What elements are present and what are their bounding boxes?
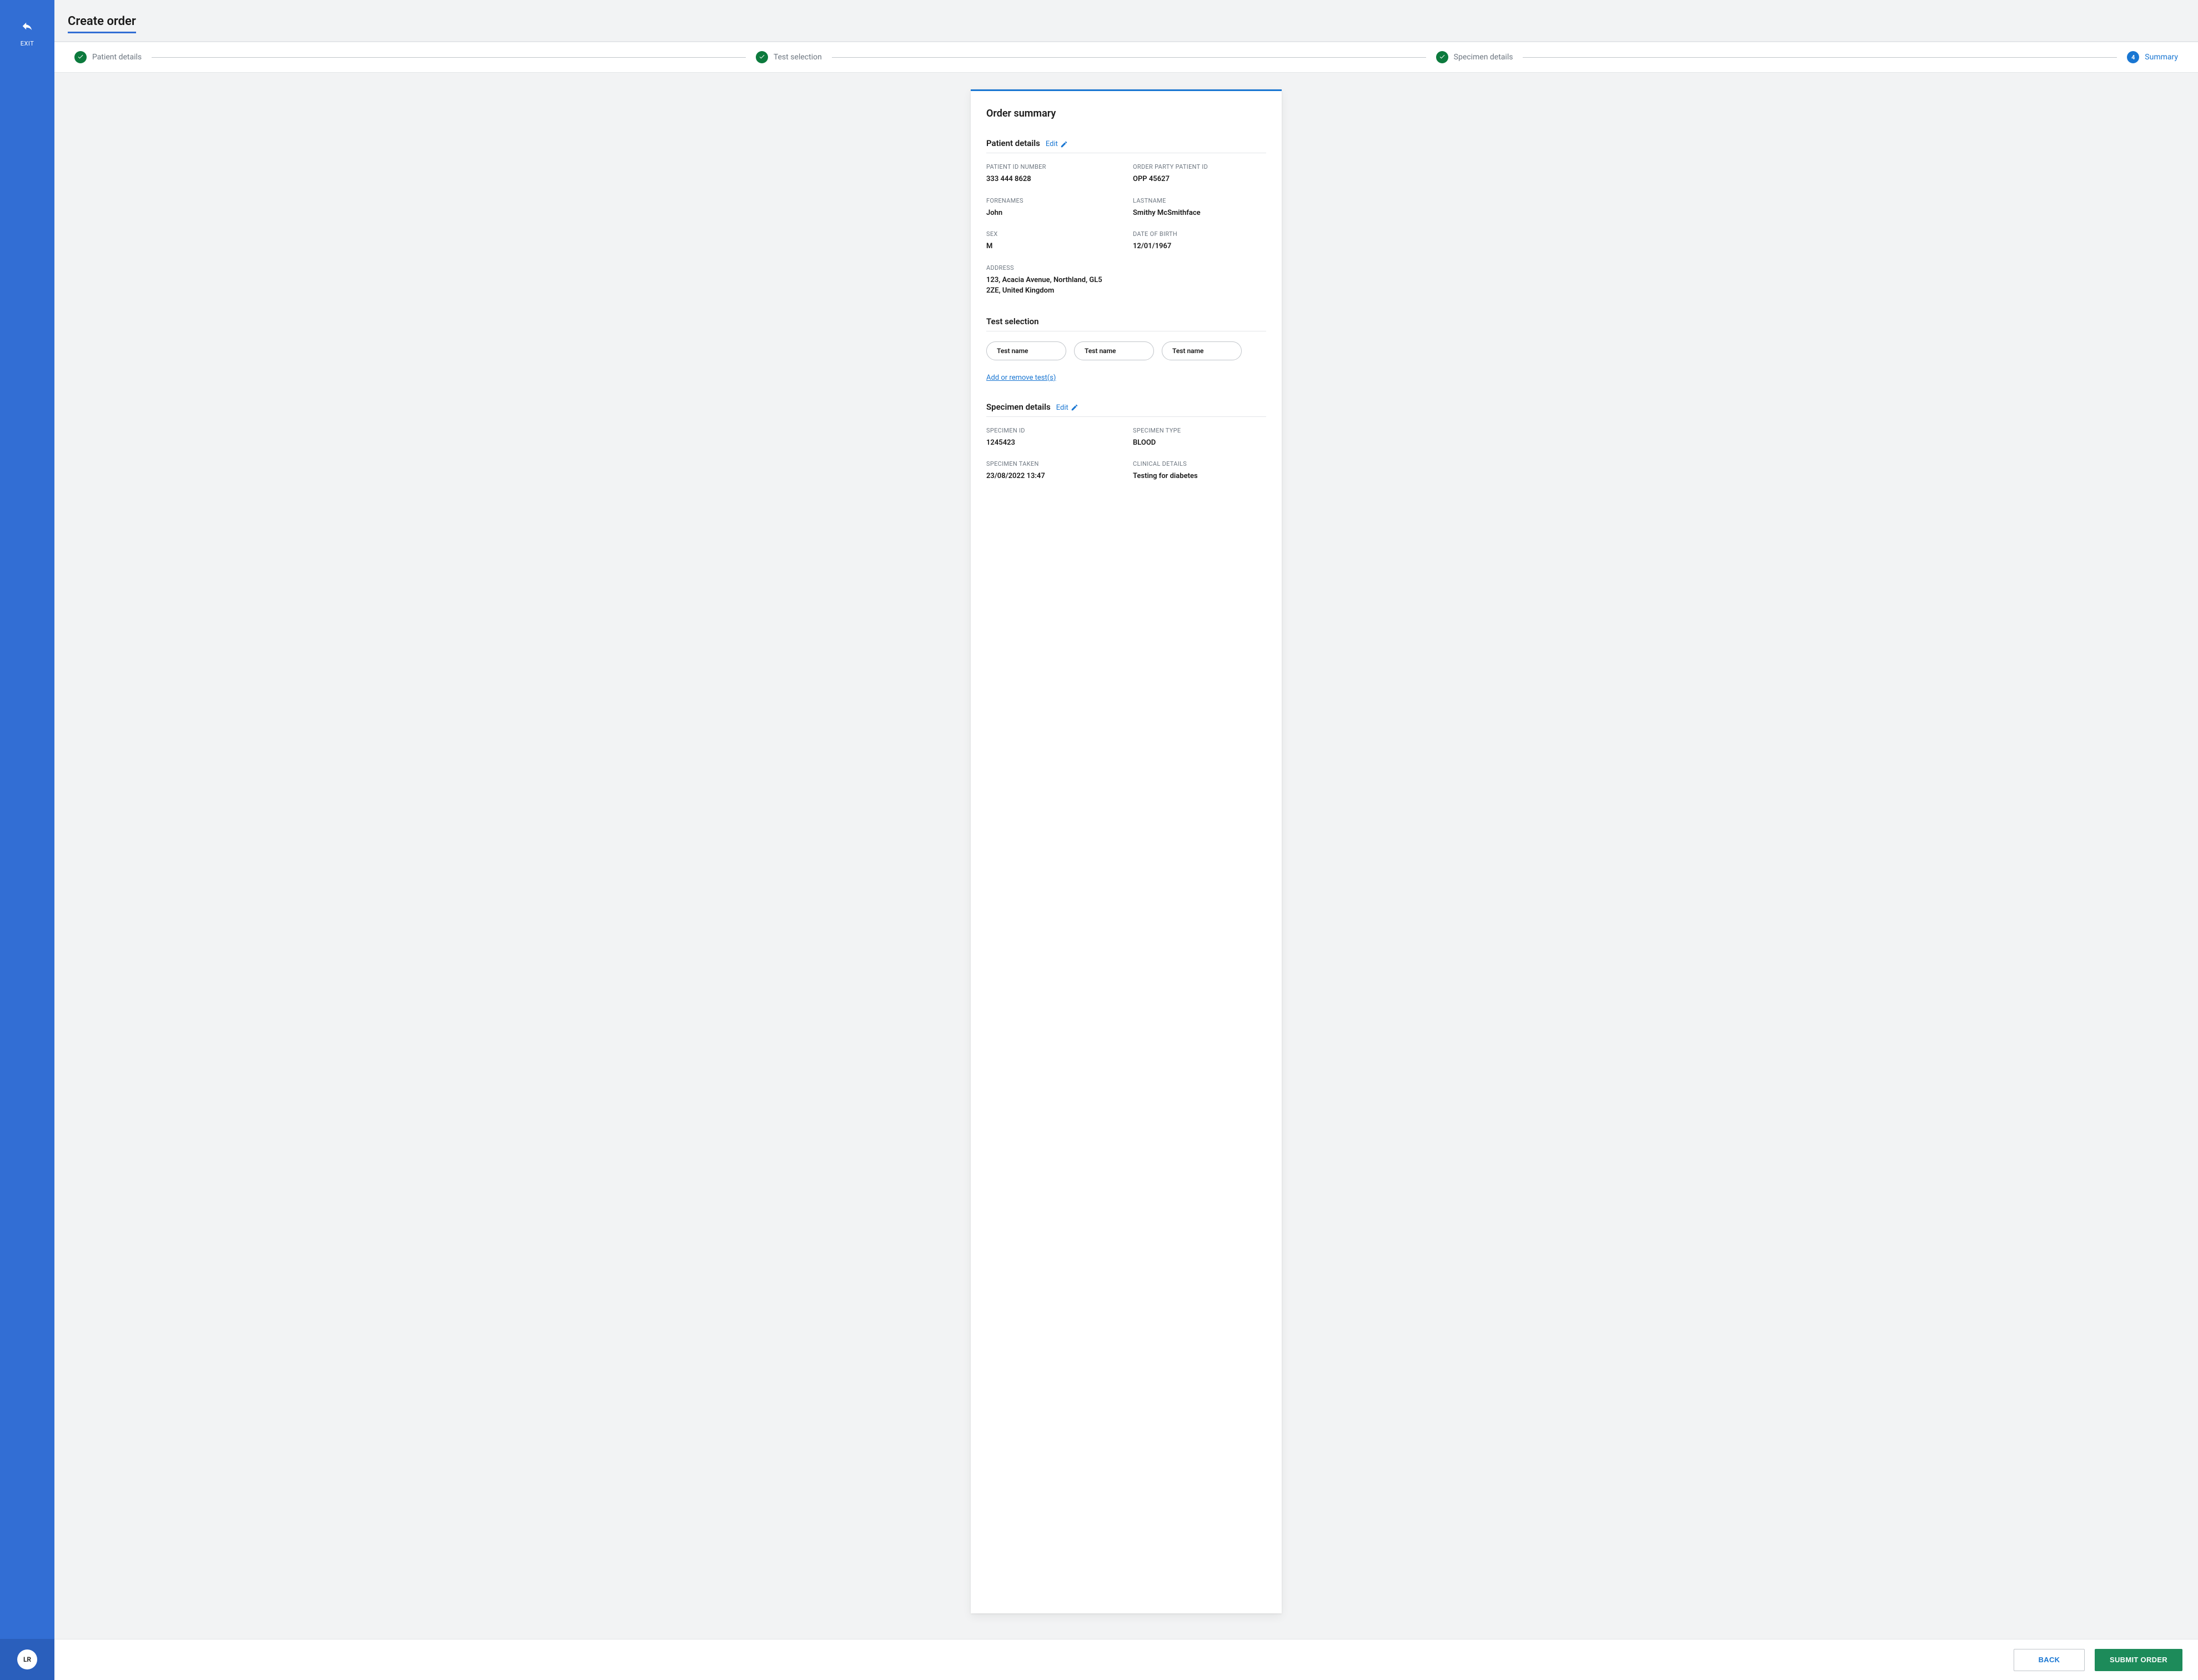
back-button[interactable]: BACK <box>2014 1649 2085 1671</box>
main-area: Create order Patient details Test select… <box>54 0 2198 1680</box>
content: Order summary Patient details Edit PATIE… <box>54 73 2198 1680</box>
check-icon <box>1436 51 1448 63</box>
field-value: John <box>986 208 1120 219</box>
pencil-icon <box>1071 404 1078 411</box>
field-label: SPECIMEN TAKEN <box>986 460 1120 467</box>
field-lastname: LASTNAME Smithy McSmithface <box>1133 197 1266 219</box>
exit-button[interactable]: EXIT <box>21 0 34 47</box>
test-chip[interactable]: Test name <box>1162 341 1242 360</box>
field-value: 12/01/1967 <box>1133 241 1266 252</box>
field-label: SEX <box>986 230 1120 238</box>
exit-label: EXIT <box>21 40 34 47</box>
test-chip-row: Test name Test name Test name <box>986 341 1266 360</box>
add-remove-tests-link[interactable]: Add or remove test(s) <box>986 374 1056 382</box>
field-value: Testing for diabetes <box>1133 471 1266 482</box>
back-arrow-icon <box>21 20 33 34</box>
section-title: Test selection <box>986 316 1038 326</box>
field-value: 123, Acacia Avenue, Northland, GL5 2ZE, … <box>986 275 1108 296</box>
field-forenames: FORENAMES John <box>986 197 1120 219</box>
submit-order-button[interactable]: SUBMIT ORDER <box>2095 1649 2182 1671</box>
step-patient-details[interactable]: Patient details <box>74 51 142 63</box>
field-value: 23/08/2022 13:47 <box>986 471 1120 482</box>
step-number-icon: 4 <box>2127 51 2139 63</box>
field-label: ADDRESS <box>986 264 1266 271</box>
field-sex: SEX M <box>986 230 1120 252</box>
field-label: SPECIMEN ID <box>986 427 1120 434</box>
order-summary-card: Order summary Patient details Edit PATIE… <box>971 89 1282 1613</box>
field-value: OPP 45627 <box>1133 174 1266 185</box>
field-patient-id-number: PATIENT ID NUMBER 333 444 8628 <box>986 163 1120 185</box>
field-label: DATE OF BIRTH <box>1133 230 1266 238</box>
specimen-field-grid: SPECIMEN ID 1245423 SPECIMEN TYPE BLOOD … <box>986 427 1266 482</box>
test-selection-section: Test selection Test name Test name Test … <box>986 316 1266 382</box>
section-header: Patient details Edit <box>986 138 1266 153</box>
step-connector <box>1523 57 2117 58</box>
section-header: Test selection <box>986 316 1266 331</box>
step-test-selection[interactable]: Test selection <box>756 51 822 63</box>
app-root: EXIT LR Create order Patient details Tes… <box>0 0 2198 1680</box>
check-icon <box>74 51 87 63</box>
field-dob: DATE OF BIRTH 12/01/1967 <box>1133 230 1266 252</box>
field-label: FORENAMES <box>986 197 1120 204</box>
section-title: Patient details <box>986 138 1040 148</box>
field-value: M <box>986 241 1120 252</box>
field-specimen-id: SPECIMEN ID 1245423 <box>986 427 1120 449</box>
field-label: CLINICAL DETAILS <box>1133 460 1266 467</box>
step-label: Patient details <box>92 53 142 62</box>
edit-specimen-link[interactable]: Edit <box>1056 404 1078 412</box>
page-title: Create order <box>68 14 136 33</box>
field-value: Smithy McSmithface <box>1133 208 1266 219</box>
edit-label: Edit <box>1046 140 1058 148</box>
step-label: Summary <box>2145 53 2178 62</box>
field-label: SPECIMEN TYPE <box>1133 427 1266 434</box>
step-specimen-details[interactable]: Specimen details <box>1436 51 1513 63</box>
page-header: Create order <box>54 0 2198 42</box>
avatar[interactable]: LR <box>17 1649 37 1669</box>
edit-label: Edit <box>1056 404 1068 412</box>
section-header: Specimen details Edit <box>986 402 1266 417</box>
step-summary[interactable]: 4 Summary <box>2127 51 2178 63</box>
sidebar: EXIT LR <box>0 0 54 1680</box>
step-connector <box>152 57 746 58</box>
step-label: Specimen details <box>1454 53 1513 62</box>
step-connector <box>832 57 1426 58</box>
field-value: BLOOD <box>1133 437 1266 449</box>
edit-patient-link[interactable]: Edit <box>1046 140 1068 148</box>
field-value: 1245423 <box>986 437 1120 449</box>
field-order-party-patient-id: ORDER PARTY PATIENT ID OPP 45627 <box>1133 163 1266 185</box>
patient-details-section: Patient details Edit PATIENT ID NUMBER 3… <box>986 138 1266 296</box>
test-chip[interactable]: Test name <box>1074 341 1154 360</box>
field-value: 333 444 8628 <box>986 174 1120 185</box>
specimen-details-section: Specimen details Edit SPECIMEN ID 124542… <box>986 402 1266 482</box>
sidebar-user-area: LR <box>0 1639 54 1680</box>
test-chip[interactable]: Test name <box>986 341 1066 360</box>
step-label: Test selection <box>774 53 822 62</box>
field-specimen-type: SPECIMEN TYPE BLOOD <box>1133 427 1266 449</box>
field-clinical-details: CLINICAL DETAILS Testing for diabetes <box>1133 460 1266 482</box>
field-label: ORDER PARTY PATIENT ID <box>1133 163 1266 170</box>
stepper: Patient details Test selection Specimen … <box>54 42 2198 73</box>
field-label: LASTNAME <box>1133 197 1266 204</box>
check-icon <box>756 51 768 63</box>
patient-field-grid: PATIENT ID NUMBER 333 444 8628 ORDER PAR… <box>986 163 1266 296</box>
field-specimen-taken: SPECIMEN TAKEN 23/08/2022 13:47 <box>986 460 1120 482</box>
section-title: Specimen details <box>986 402 1051 412</box>
footer-actions: BACK SUBMIT ORDER <box>54 1639 2198 1680</box>
card-title: Order summary <box>986 108 1266 119</box>
field-address: ADDRESS 123, Acacia Avenue, Northland, G… <box>986 264 1266 296</box>
pencil-icon <box>1060 140 1068 148</box>
field-label: PATIENT ID NUMBER <box>986 163 1120 170</box>
